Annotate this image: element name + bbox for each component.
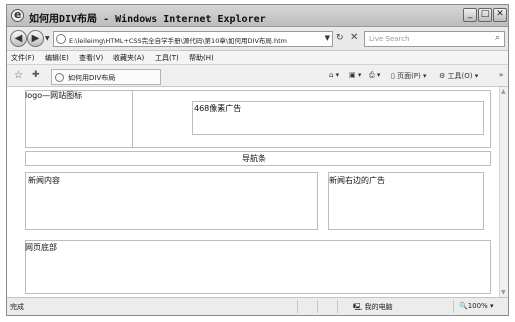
menu-tools[interactable]: 工具(T) — [155, 53, 179, 63]
vertical-scrollbar[interactable]: ▲ ▼ — [499, 87, 508, 297]
home-icon[interactable]: ⌂ ▾ — [329, 71, 339, 79]
forward-button[interactable]: ▶ — [27, 30, 44, 47]
status-divider — [453, 300, 454, 313]
news-box — [25, 172, 318, 230]
scroll-up-icon[interactable]: ▲ — [501, 88, 506, 95]
address-text[interactable]: E:\leileimg\HTML+CSS完全自学手册\源代码\第10章\如何用D… — [69, 35, 319, 45]
menu-edit[interactable]: 编辑(E) — [45, 53, 69, 63]
security-zone: 🖳 我的电脑 — [353, 302, 393, 314]
zoom-level: 100% — [467, 302, 488, 310]
title-bar: 如何用DIV布局 - Windows Internet Explorer _ □… — [7, 5, 508, 27]
footer-label: 网页底部 — [25, 243, 57, 252]
page-content: logo—网站图标 468像素广告 导航条 新闻内容 新闻右边的广告 网页底部 — [7, 87, 499, 297]
zoom-control[interactable]: 🔍100% ▾ — [459, 302, 493, 310]
page-menu-label: 页面(P) — [397, 72, 421, 80]
status-divider — [297, 300, 298, 313]
footer-box — [25, 240, 491, 294]
tools-menu-button[interactable]: ⚙ 工具(O) ▾ — [439, 71, 478, 81]
address-dropdown-icon[interactable]: ▼ — [325, 34, 330, 42]
stop-icon[interactable]: ✕ — [350, 32, 358, 43]
news-label: 新闻内容 — [28, 176, 60, 185]
add-favorites-icon[interactable]: ✚ — [32, 70, 40, 80]
tools-menu-label: 工具(O) — [447, 72, 473, 80]
computer-icon: 🖳 — [353, 303, 363, 311]
status-divider — [337, 300, 338, 313]
status-bar: 完成 🖳 我的电脑 🔍100% ▾ — [7, 297, 508, 315]
back-button[interactable]: ◀ — [10, 30, 27, 47]
favorites-bar: ☆ ✚ 如何用DIV布局 ⌂ ▾ ▣ ▾ ⎙ ▾ ▯ 页面(P) ▾ ⚙ 工具(… — [7, 65, 508, 87]
history-dropdown-icon[interactable]: ▼ — [45, 35, 50, 42]
status-text: 完成 — [10, 303, 24, 311]
window-title: 如何用DIV布局 - Windows Internet Explorer — [29, 14, 266, 25]
menu-file[interactable]: 文件(F) — [11, 53, 35, 63]
navigation-bar: ◀ ▶ ▼ E:\leileimg\HTML+CSS完全自学手册\源代码\第10… — [7, 27, 508, 51]
menu-favorites[interactable]: 收藏夹(A) — [113, 53, 144, 63]
banner-label: 468像素广告 — [194, 104, 242, 113]
refresh-icon[interactable]: ↻ — [336, 33, 344, 43]
close-button[interactable]: ✕ — [493, 8, 507, 22]
address-bar[interactable]: E:\leileimg\HTML+CSS完全自学手册\源代码\第10章\如何用D… — [53, 31, 333, 47]
nav-label: 导航条 — [242, 154, 266, 163]
zoom-icon: 🔍 — [459, 302, 468, 310]
status-divider — [317, 300, 318, 313]
logo-label: logo—网站图标 — [25, 91, 83, 100]
tab-title: 如何用DIV布局 — [68, 74, 116, 82]
news-ad-label: 新闻右边的广告 — [329, 176, 385, 185]
menu-view[interactable]: 查看(V) — [79, 53, 103, 63]
ie-icon — [11, 8, 24, 22]
print-icon[interactable]: ⎙ ▾ — [369, 71, 380, 80]
search-input[interactable]: Live Search ⌕ — [364, 31, 505, 47]
page-menu-button[interactable]: ▯ 页面(P) ▾ — [391, 71, 427, 81]
tab-current[interactable]: 如何用DIV布局 — [51, 69, 161, 85]
maximize-button[interactable]: □ — [478, 8, 492, 22]
ie-window: 如何用DIV布局 - Windows Internet Explorer _ □… — [6, 4, 509, 316]
menu-help[interactable]: 帮助(H) — [189, 53, 214, 63]
page-icon — [56, 34, 66, 44]
search-placeholder: Live Search — [369, 35, 410, 43]
star-icon[interactable]: ☆ — [14, 70, 23, 81]
minimize-button[interactable]: _ — [463, 8, 477, 22]
header-divider — [132, 90, 133, 148]
feeds-icon[interactable]: ▣ ▾ — [349, 71, 361, 79]
scroll-down-icon[interactable]: ▼ — [501, 289, 506, 296]
search-icon[interactable]: ⌕ — [495, 33, 500, 43]
chevron-more-icon[interactable]: » — [499, 71, 503, 79]
tab-page-icon — [55, 73, 64, 82]
zone-label: 我的电脑 — [364, 303, 393, 311]
menu-bar: 文件(F) 编辑(E) 查看(V) 收藏夹(A) 工具(T) 帮助(H) — [7, 51, 508, 65]
